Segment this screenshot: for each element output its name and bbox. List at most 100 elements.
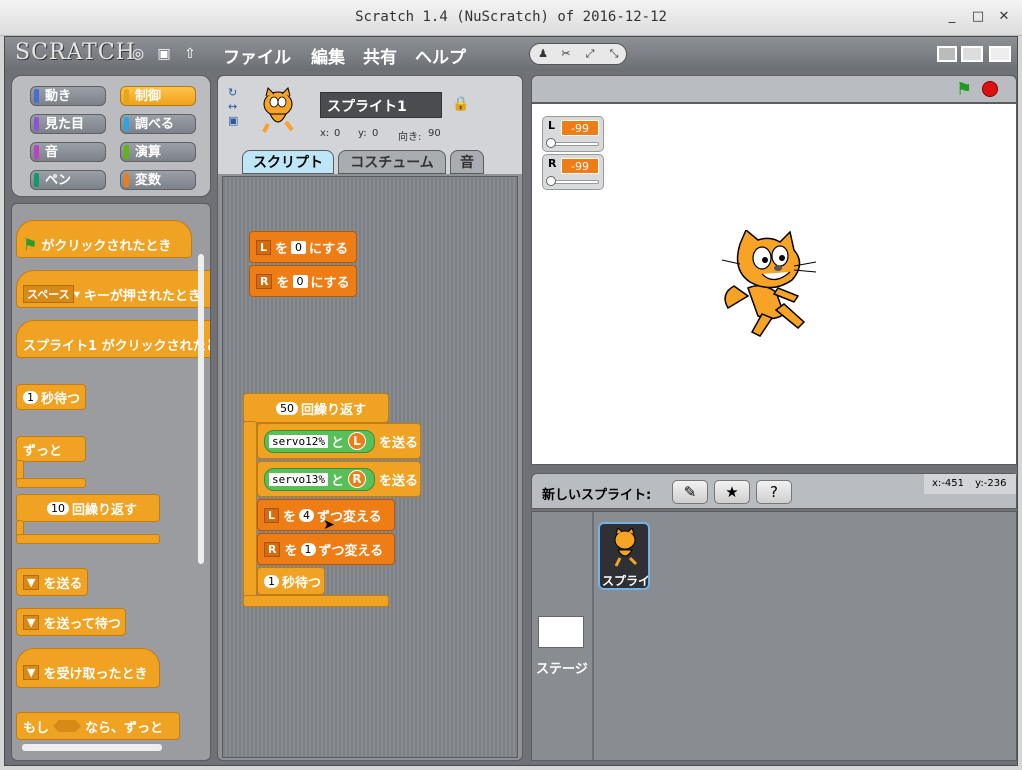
- menu-edit[interactable]: 編集: [311, 43, 345, 68]
- variable-dropdown[interactable]: L: [256, 239, 272, 255]
- variable-L-reporter[interactable]: L: [348, 432, 366, 450]
- paint-sprite-button[interactable]: ✎: [672, 480, 708, 504]
- block-broadcast-servo13[interactable]: servo13% と R を送る: [257, 461, 421, 497]
- category-motion[interactable]: 動き: [30, 86, 106, 106]
- monitor-R[interactable]: R -99: [542, 154, 604, 190]
- value-input[interactable]: 0: [292, 274, 308, 288]
- value-input[interactable]: 0: [291, 240, 307, 254]
- normal-stage-icon[interactable]: [961, 46, 983, 62]
- message-dropdown[interactable]: ▼: [23, 574, 40, 590]
- save-icon[interactable]: ▣: [155, 45, 173, 63]
- join-text-input[interactable]: servo13%: [269, 472, 328, 486]
- slider-knob[interactable]: [546, 138, 556, 148]
- lock-icon[interactable]: 🔒: [452, 96, 469, 112]
- block-set-L[interactable]: L を 0 にする: [249, 231, 357, 263]
- tab-sounds[interactable]: 音: [450, 150, 484, 174]
- key-dropdown[interactable]: スペース: [23, 285, 74, 303]
- block-forever-if[interactable]: もし なら、ずっと: [16, 712, 180, 740]
- join-text-input[interactable]: servo12%: [269, 434, 328, 448]
- block-wait[interactable]: 1 秒待つ: [16, 384, 86, 410]
- rotate-all-icon[interactable]: ↻: [228, 86, 237, 99]
- palette-scrollbar-vertical[interactable]: [198, 254, 204, 564]
- sprite-thumbnail[interactable]: スプライト1: [598, 522, 650, 590]
- share-icon[interactable]: ⇧: [181, 45, 199, 63]
- block-when-receive[interactable]: ▼ を受け取ったとき: [16, 648, 160, 688]
- variable-R-reporter[interactable]: R: [348, 470, 366, 488]
- wait-input[interactable]: 1: [23, 390, 38, 404]
- join-operator[interactable]: servo13% と R: [264, 467, 375, 491]
- category-pen[interactable]: ペン: [30, 170, 106, 190]
- category-control[interactable]: 制御: [120, 86, 196, 106]
- block-label: なら、ずっと: [85, 720, 164, 736]
- block-repeat-50[interactable]: 50 回繰り返す: [243, 393, 389, 423]
- category-looks[interactable]: 見た目: [30, 114, 106, 134]
- block-change-R[interactable]: R を 1 ずつ変える: [257, 533, 395, 565]
- sprite-y-value: 0: [372, 128, 379, 139]
- stop-icon[interactable]: [982, 81, 998, 97]
- category-sensing[interactable]: 調べる: [120, 114, 196, 134]
- variable-dropdown[interactable]: R: [264, 541, 281, 557]
- block-label: を送って待つ: [43, 616, 121, 632]
- stage-thumbnail[interactable]: ステージ: [532, 512, 594, 760]
- presentation-icon[interactable]: [989, 46, 1011, 62]
- block-wait-1[interactable]: 1 秒待つ: [257, 567, 325, 595]
- sprite-y-label: y:: [358, 128, 367, 139]
- block-set-R[interactable]: R を 0 にする: [249, 265, 357, 297]
- tab-scripts[interactable]: スクリプト: [242, 150, 334, 174]
- globe-icon[interactable]: ◎: [129, 45, 147, 63]
- block-broadcast-and-wait[interactable]: ▼ を送って待つ: [16, 608, 126, 636]
- change-input[interactable]: 1: [300, 542, 316, 556]
- no-rotate-icon[interactable]: ▣: [228, 114, 238, 127]
- block-repeat[interactable]: 10 回繰り返す: [16, 494, 160, 522]
- stage-toolbar: ⚑: [531, 75, 1017, 103]
- menu-help[interactable]: ヘルプ: [415, 43, 466, 68]
- hexagon-slot-icon[interactable]: [53, 720, 82, 732]
- random-sprite-button[interactable]: ?: [756, 480, 792, 504]
- stage[interactable]: L -99 R -99: [531, 103, 1017, 465]
- variable-dropdown[interactable]: R: [256, 273, 273, 289]
- category-variables[interactable]: 変数: [120, 170, 196, 190]
- category-sound[interactable]: 音: [30, 142, 106, 162]
- sprite-name-field[interactable]: スプライト1: [320, 92, 442, 118]
- slider-knob[interactable]: [546, 176, 556, 186]
- sprite-header: ↻ ↔ ▣ スプライト1 🔒 x: 0 y: 0 向き: 90 スクリプト コス…: [218, 76, 522, 174]
- message-dropdown[interactable]: ▼: [23, 664, 40, 680]
- close-button[interactable]: ✕: [996, 9, 1012, 25]
- block-when-sprite-clicked[interactable]: スプライト1 がクリックされたとき: [16, 320, 210, 358]
- block-when-key-pressed[interactable]: スペース ▼ キーが押されたとき: [16, 270, 210, 308]
- block-broadcast[interactable]: ▼ を送る: [16, 568, 88, 596]
- minimize-button[interactable]: _: [944, 9, 960, 25]
- block-forever[interactable]: ずっと: [16, 436, 86, 462]
- block-broadcast-servo12[interactable]: servo12% と L を送る: [257, 423, 421, 459]
- tab-costumes[interactable]: コスチューム: [338, 150, 446, 174]
- message-dropdown[interactable]: ▼: [23, 614, 40, 630]
- block-label: を受け取ったとき: [43, 666, 148, 682]
- wait-input[interactable]: 1: [264, 574, 279, 588]
- category-operators[interactable]: 演算: [120, 142, 196, 162]
- duplicate-icon[interactable]: ♟: [533, 46, 553, 62]
- monitor-slider[interactable]: [549, 180, 599, 184]
- block-when-flag-clicked[interactable]: ⚑ がクリックされたとき: [16, 220, 192, 258]
- scratch-cat-sprite[interactable]: [718, 230, 822, 340]
- change-input[interactable]: 4: [299, 508, 315, 522]
- shrink-icon[interactable]: ⤡: [604, 46, 624, 62]
- join-operator[interactable]: servo12% と L: [264, 429, 375, 453]
- choose-sprite-button[interactable]: ★: [714, 480, 750, 504]
- flip-lr-icon[interactable]: ↔: [228, 100, 237, 113]
- green-flag-icon[interactable]: ⚑: [956, 79, 972, 100]
- palette-scrollbar-horizontal[interactable]: [22, 744, 162, 751]
- small-stage-icon[interactable]: [937, 46, 957, 62]
- repeat-input[interactable]: 10: [47, 501, 69, 515]
- menu-share[interactable]: 共有: [363, 43, 397, 68]
- menu-file[interactable]: ファイル: [223, 43, 291, 68]
- monitor-slider[interactable]: [549, 142, 599, 146]
- repeat-input[interactable]: 50: [276, 401, 298, 415]
- scripts-area[interactable]: L を 0 にする R を 0 にする 50 回繰り返す servo12% と …: [222, 176, 518, 758]
- monitor-L[interactable]: L -99: [542, 116, 604, 152]
- grow-icon[interactable]: ⤢: [580, 46, 600, 62]
- sprite-x-value: 0: [334, 128, 341, 139]
- block-palette: ⚑ がクリックされたとき スペース ▼ キーが押されたとき スプライト1 がクリ…: [11, 203, 211, 761]
- maximize-button[interactable]: □: [970, 9, 986, 25]
- variable-dropdown[interactable]: L: [264, 507, 280, 523]
- delete-icon[interactable]: ✂: [556, 46, 576, 62]
